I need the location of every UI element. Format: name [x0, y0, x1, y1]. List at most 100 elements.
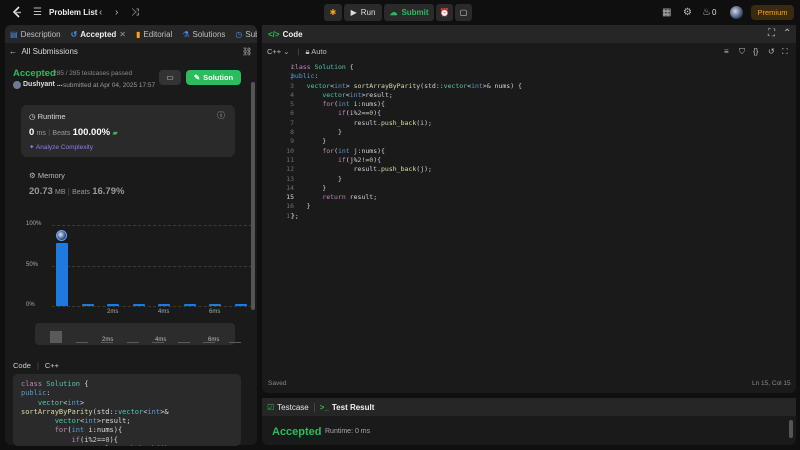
align-icon[interactable]: ≡ [724, 46, 729, 58]
auto-mode-toggle[interactable]: 🔒︎ Auto [306, 47, 327, 57]
gear-icon[interactable]: ⚙ [683, 7, 692, 19]
chart-bar[interactable] [158, 303, 170, 306]
tab-description[interactable]: ▤ Description [5, 25, 66, 43]
submit-button[interactable]: ☁ Submit [384, 4, 434, 21]
problem-list-link[interactable]: Problem List [49, 8, 97, 17]
save-status: Saved [268, 380, 287, 387]
overview-bar [50, 330, 62, 343]
chevron-right-icon[interactable]: › [115, 7, 118, 19]
arrow-left-icon: ← [9, 47, 17, 56]
language-select[interactable]: C++ ⌄ [267, 47, 290, 56]
info-icon[interactable]: ⓘ [217, 110, 225, 122]
flask-icon: ⚗ [182, 29, 190, 39]
y-tick-label: 100% [26, 221, 42, 227]
tab-accepted[interactable]: ↺ Accepted ✕ [66, 25, 131, 43]
leetcode-logo[interactable] [11, 6, 23, 19]
chart-bar[interactable] [56, 242, 68, 306]
run-button[interactable]: ▶ Run [344, 4, 382, 21]
overview-bar [126, 342, 139, 343]
alarm-icon: ⏰ [439, 8, 450, 17]
runtime-card[interactable]: ◷ Runtime ⓘ 0 ms | Beats 100.00% ▰ ✦ Ana… [21, 105, 235, 157]
back-to-submissions[interactable]: ← All Submissions [9, 47, 78, 56]
fire-icon[interactable]: ♨ [702, 7, 711, 19]
runtime-value: 0 [29, 127, 35, 138]
fullscreen-icon[interactable]: ⛶ [782, 46, 788, 58]
chevron-down-icon: ⌄ [283, 47, 290, 56]
distribution-overview[interactable]: 2ms 4ms 6ms [35, 323, 241, 345]
solution-button[interactable]: ✎ Solution [186, 70, 241, 85]
memory-title[interactable]: ⚙ Memory [29, 171, 65, 180]
analyze-complexity-link[interactable]: ✦ Analyze Complexity [29, 143, 93, 151]
debug-button[interactable]: ✱ [324, 4, 342, 21]
expand-icon[interactable]: ⌃ [783, 28, 791, 40]
book-icon: ▮ [136, 29, 141, 39]
tab-test-result[interactable]: >_ Test Result [315, 398, 380, 416]
result-tab-bar: ☑ Testcase >_ Test Result [262, 398, 796, 416]
user-avatar[interactable] [13, 81, 21, 89]
y-tick-label: 0% [26, 302, 35, 308]
tab-testcase[interactable]: ☑ Testcase [262, 398, 314, 416]
result-scrollbar[interactable] [789, 420, 793, 438]
edit-icon: ✎ [193, 73, 201, 82]
shuffle-icon[interactable]: ⤨ [131, 7, 139, 19]
chart-bar[interactable] [209, 304, 221, 306]
overview-tick-label: 4ms [155, 337, 167, 343]
tab-submissions[interactable]: ◷Subm [230, 25, 257, 43]
braces-icon[interactable]: {} [753, 46, 758, 58]
runtime-beats: 100.00% [72, 127, 111, 138]
play-icon: ▶ [350, 8, 357, 17]
memory-stats: 20.73 MB | Beats 16.79% [29, 186, 125, 197]
streak-count: 0 [712, 8, 717, 17]
tab-solutions[interactable]: ⚗ Solutions [177, 25, 230, 43]
maximize-icon[interactable]: ⛶ [768, 28, 775, 40]
chart-bar[interactable] [81, 304, 94, 306]
chart-bar[interactable] [183, 304, 196, 306]
close-icon[interactable]: ✕ [119, 30, 126, 39]
tab-code[interactable]: </> Code [262, 25, 308, 43]
runtime-stats: 0 ms | Beats 100.00% ▰ [29, 127, 118, 138]
tab-editorial[interactable]: ▮ Editorial [131, 25, 177, 43]
code-language: C++ [44, 361, 60, 370]
result-runtime: Runtime: 0 ms [325, 428, 371, 435]
avatar[interactable] [730, 6, 743, 19]
reset-icon[interactable]: ↺ [768, 46, 775, 58]
chart-bar[interactable] [234, 304, 247, 306]
notes-button[interactable]: ▭ [159, 70, 181, 85]
checkbox-icon: ☑ [267, 402, 275, 412]
user-name[interactable]: Dushyant ... [23, 81, 63, 88]
chart-bar[interactable] [132, 304, 145, 306]
cursor-position: Ln 15, Col 15 [752, 380, 791, 387]
code-editor[interactable]: class Solution { public: vector<int> sor… [291, 63, 781, 221]
line-numbers: 1 2 3 4 5 6 7 8 9 10 11 12 13 14 15 16 17 [286, 63, 294, 220]
code-panel-header: </> Code ⛶ ⌃ [262, 25, 796, 43]
x-tick-label: 6ms [209, 309, 221, 315]
premium-button[interactable]: Premium [751, 5, 794, 20]
submission-status: Accepted [13, 68, 56, 79]
cloud-upload-icon: ☁ [389, 8, 398, 17]
terminal-icon: >_ [319, 402, 329, 412]
left-scrollbar[interactable] [251, 82, 255, 310]
editor-toolbar: C++ ⌄ | 🔒︎ Auto [267, 46, 327, 57]
timer-button[interactable]: ⏰ [436, 4, 453, 21]
code-label: Code [13, 361, 31, 370]
chart-bar[interactable] [107, 304, 119, 306]
submission-code[interactable]: class Solution {public: vector<int> sort… [13, 374, 241, 446]
chevron-left-icon[interactable]: ‹ [99, 7, 102, 19]
x-tick-label: 4ms [158, 309, 170, 315]
run-toolbar: ✱ ▶ Run ☁ Submit ⏰ ▢ [324, 4, 472, 21]
fire-icon: ▰ [112, 130, 118, 137]
link-icon[interactable]: ⛓ [242, 46, 252, 58]
x-tick-label: 2ms [107, 309, 119, 315]
runtime-unit: ms [36, 130, 46, 137]
y-tick-label: 50% [26, 261, 39, 268]
history-icon: ↺ [70, 29, 78, 39]
your-submission-marker[interactable] [56, 229, 67, 241]
list-icon[interactable]: ☰ [33, 7, 42, 19]
bookmark-icon[interactable]: ⛉ [739, 46, 745, 58]
overview-tick-label: 2ms [102, 337, 114, 343]
runtime-title: ◷ Runtime [29, 112, 66, 121]
notes-button[interactable]: ▢ [455, 4, 472, 21]
chip-icon: ⚙ [29, 171, 36, 180]
layout-icon[interactable]: ▦ [662, 7, 671, 19]
beats-label: Beats [52, 130, 71, 137]
